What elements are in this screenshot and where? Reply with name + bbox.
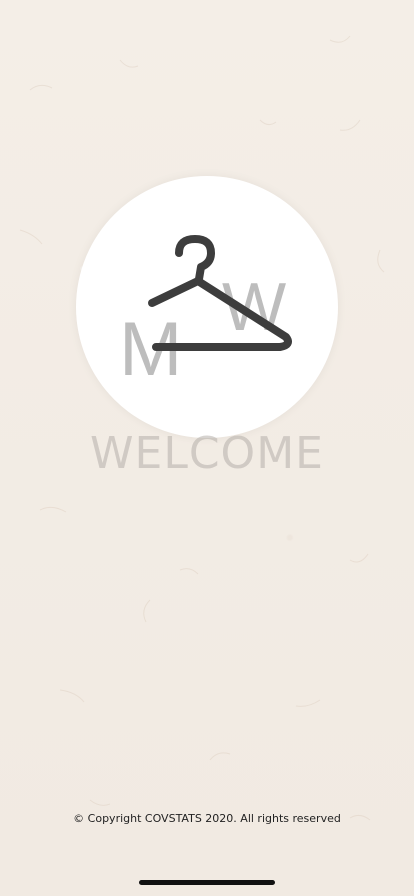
splash-screen: M W WELCOME © Copyright COVSTATS 2020. A… <box>0 0 414 896</box>
app-logo: M W <box>76 176 338 438</box>
home-indicator[interactable] <box>139 880 275 885</box>
welcome-heading: WELCOME <box>90 428 324 479</box>
copyright-text: © Copyright COVSTATS 2020. All rights re… <box>73 812 341 825</box>
